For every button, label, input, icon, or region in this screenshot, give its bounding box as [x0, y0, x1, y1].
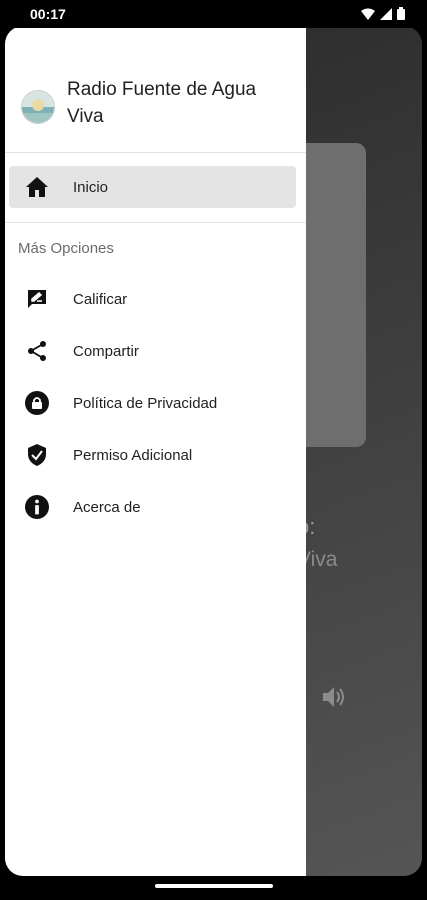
- status-icons: [361, 7, 405, 20]
- status-bar: 00:17: [0, 0, 427, 28]
- home-gesture-handle[interactable]: [155, 884, 273, 888]
- navigation-drawer: Radio Fuente de Agua Viva Inicio Más Opc…: [5, 26, 306, 876]
- drawer-item-acerca-de[interactable]: Acerca de: [9, 485, 296, 529]
- signal-icon: [380, 7, 392, 20]
- app-title: Radio Fuente de Agua Viva: [67, 79, 257, 127]
- shield-check-icon: [25, 443, 49, 467]
- section-title: Más Opciones: [18, 240, 114, 257]
- drawer-item-compartir[interactable]: Compartir: [9, 329, 296, 373]
- drawer-item-politica-privacidad[interactable]: Política de Privacidad: [9, 381, 296, 425]
- app-logo: [21, 90, 55, 124]
- status-time: 00:17: [30, 6, 66, 22]
- drawer-divider: [5, 222, 306, 223]
- app-screen: o: Viva Radio Fuente de Agua Viva Inicio…: [5, 26, 422, 876]
- home-icon: [25, 175, 49, 199]
- battery-icon: [397, 7, 405, 20]
- drawer-item-label: Permiso Adicional: [73, 446, 193, 464]
- volume-icon: [323, 687, 344, 707]
- drawer-item-label: Inicio: [73, 178, 109, 196]
- system-nav-bar: [0, 876, 427, 900]
- drawer-item-label: Calificar: [73, 290, 128, 308]
- drawer-item-label: Acerca de: [73, 498, 141, 516]
- share-icon: [25, 339, 49, 363]
- info-icon: [25, 495, 49, 519]
- drawer-item-label: Política de Privacidad: [73, 394, 218, 412]
- wifi-icon: [361, 8, 375, 20]
- drawer-item-label: Compartir: [73, 342, 139, 360]
- rate-review-icon: [25, 287, 49, 311]
- drawer-item-permiso-adicional[interactable]: Permiso Adicional: [9, 433, 296, 477]
- drawer-item-inicio[interactable]: Inicio: [9, 166, 296, 208]
- volume-button[interactable]: [321, 685, 347, 714]
- drawer-item-calificar[interactable]: Calificar: [9, 277, 296, 321]
- lock-icon: [25, 391, 49, 415]
- drawer-header: Radio Fuente de Agua Viva: [5, 26, 306, 153]
